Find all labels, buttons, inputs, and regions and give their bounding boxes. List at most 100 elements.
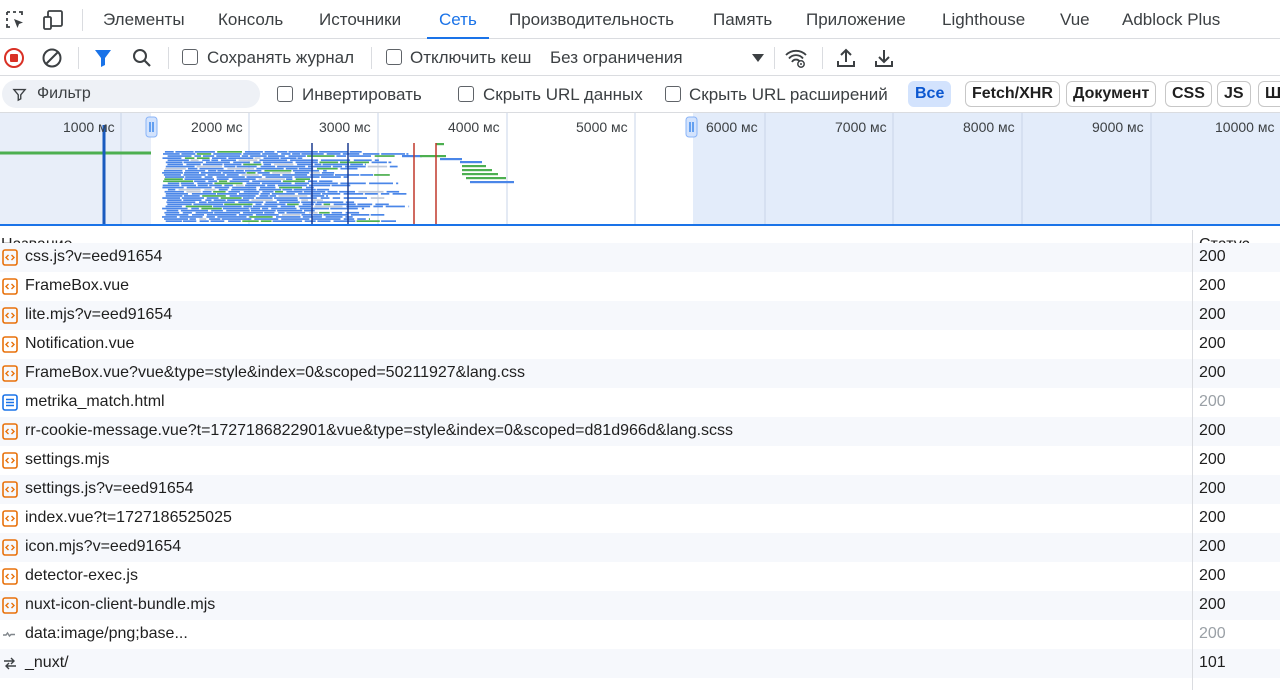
overview-request-bar: [165, 165, 195, 168]
tab-4[interactable]: Сеть: [427, 0, 489, 39]
request-status: 101: [1199, 654, 1226, 671]
overview-request-bar: [202, 190, 212, 193]
overview-left-handle[interactable]: [145, 116, 158, 138]
overview-request-bar: [236, 165, 257, 168]
tab-7[interactable]: Приложение: [806, 0, 906, 39]
inspect-element-icon[interactable]: [3, 8, 27, 32]
overview-request-bar: [166, 209, 179, 212]
overview-request-bar: [294, 172, 310, 174]
hide-data-urls-checkbox[interactable]: [458, 86, 474, 102]
tab-2[interactable]: Консоль: [218, 0, 283, 39]
overview-request-bar: [350, 214, 370, 216]
request-status: 200: [1199, 480, 1226, 497]
tab-9[interactable]: Vue: [1060, 0, 1090, 39]
overview-request-bar: [195, 211, 214, 214]
overview-request-bar: [252, 205, 278, 208]
overview-request-bar: [254, 157, 261, 159]
overview-request-bar: [255, 214, 279, 216]
request-row[interactable]: _nuxt/101: [0, 649, 1280, 678]
request-row[interactable]: nuxt-icon-client-bundle.mjs 200: [0, 591, 1280, 620]
tab-10[interactable]: Adblock Plus: [1122, 0, 1220, 39]
type-filter-chip[interactable]: JS: [1217, 81, 1251, 107]
request-row[interactable]: settings.js?v=eed91654 200: [0, 475, 1280, 504]
filter-input[interactable]: Фильтр: [2, 80, 260, 108]
type-filter-chip[interactable]: Fetch/XHR: [965, 81, 1060, 107]
overview-request-bar: [303, 190, 326, 193]
stop-recording-icon[interactable]: [2, 46, 26, 70]
type-filter-chip[interactable]: Документ: [1066, 81, 1157, 107]
request-row[interactable]: icon.mjs?v=eed91654 200: [0, 533, 1280, 562]
request-row[interactable]: FrameBox.vue?vue&type=style&index=0&scop…: [0, 359, 1280, 388]
type-filter-chip[interactable]: Ш: [1258, 81, 1280, 107]
hide-extension-urls-checkbox[interactable]: [665, 86, 681, 102]
chevron-down-icon[interactable]: [751, 53, 765, 63]
export-har-icon[interactable]: [872, 46, 896, 70]
overview-request-bar: [204, 176, 213, 178]
network-overview[interactable]: 1000 мс 2000 мс 3000 мс 4000 мс 5000 мс 6000 …: [0, 113, 1280, 225]
overview-request-bar: [192, 214, 204, 216]
request-row[interactable]: settings.mjs 200: [0, 446, 1280, 475]
column-divider[interactable]: [1192, 230, 1193, 690]
overview-request-bar: [183, 195, 200, 197]
overview-request-bar: [281, 218, 310, 220]
overview-request-bar: [381, 153, 405, 155]
request-row[interactable]: metrika_match.html 200: [0, 388, 1280, 417]
overview-request-bar: [200, 172, 222, 174]
search-icon[interactable]: [130, 46, 154, 70]
tab-8[interactable]: Lighthouse: [942, 0, 1025, 39]
overview-request-bar: [402, 155, 422, 158]
overview-request-bar: [178, 188, 201, 191]
request-row[interactable]: Notification.vue 200: [0, 330, 1280, 359]
invert-checkbox[interactable]: [277, 86, 293, 102]
overview-request-bar: [223, 163, 242, 166]
request-row[interactable]: css.js?v=eed91654 200: [0, 243, 1280, 272]
overview-request-bar: [196, 153, 212, 155]
overview-request-bar: [165, 161, 183, 164]
overview-request-bar: [314, 205, 343, 208]
disable-cache-checkbox[interactable]: [386, 49, 402, 65]
clear-icon[interactable]: [40, 46, 64, 70]
overview-request-bar: [263, 163, 271, 166]
overview-request-bar: [321, 176, 341, 178]
overview-request-bar: [460, 161, 482, 164]
overview-divider: [0, 224, 1280, 226]
tab-1[interactable]: Элементы: [103, 0, 185, 39]
overview-request-bar: [205, 199, 212, 201]
overview-request-bar: [223, 207, 249, 210]
request-row[interactable]: index.vue?t=1727186525025 200: [0, 504, 1280, 533]
overview-request-bar: [370, 197, 385, 199]
filter-icon[interactable]: [91, 46, 115, 70]
overview-request-bar: [217, 216, 247, 218]
network-conditions-icon[interactable]: [784, 46, 808, 70]
overview-request-bar: [294, 182, 310, 185]
overview-right-handle[interactable]: [685, 116, 698, 138]
overview-request-bar: [183, 174, 206, 176]
request-row[interactable]: rr-cookie-message.vue?t=1727186822901&vu…: [0, 417, 1280, 446]
throttling-select[interactable]: Без ограничения: [550, 48, 683, 68]
tab-6[interactable]: Память: [713, 0, 772, 39]
overview-request-bar: [298, 205, 311, 208]
request-name: Notification.vue: [25, 335, 135, 352]
import-har-icon[interactable]: [834, 46, 858, 70]
overview-request-bar: [343, 218, 355, 220]
overview-request-bar: [336, 155, 347, 157]
request-row[interactable]: lite.mjs?v=eed91654 200: [0, 301, 1280, 330]
preserve-log-checkbox[interactable]: [182, 49, 198, 65]
request-row[interactable]: data:image/png;base... 200: [0, 620, 1280, 649]
request-name: settings.js?v=eed91654: [25, 480, 194, 497]
overview-request-bar: [188, 167, 198, 170]
overview-request-bar: [349, 151, 362, 153]
tab-3[interactable]: Источники: [319, 0, 401, 39]
overview-request-bar: [346, 205, 371, 208]
overview-request-bar: [326, 153, 341, 155]
overview-request-bar: [204, 188, 216, 191]
overview-request-bar: [193, 203, 224, 206]
request-row[interactable]: FrameBox.vue 200: [0, 272, 1280, 301]
overview-request-bar: [199, 167, 224, 170]
type-filter-chip[interactable]: CSS: [1165, 81, 1212, 107]
tab-5[interactable]: Производительность: [509, 0, 674, 39]
overview-request-bar: [262, 207, 269, 210]
device-toolbar-icon[interactable]: [41, 8, 65, 32]
type-filter-chip[interactable]: Все: [908, 81, 952, 107]
request-row[interactable]: detector-exec.js 200: [0, 562, 1280, 591]
